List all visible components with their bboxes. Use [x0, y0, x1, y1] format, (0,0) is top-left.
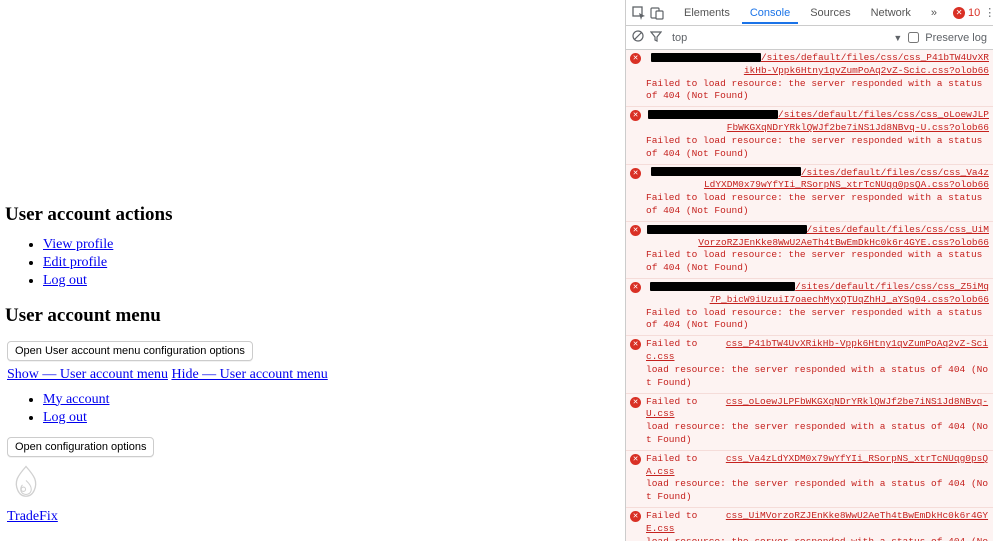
console-error-row[interactable]: ✕ Failed to css_P41bTW4UvXRikHb-Vppk6Htn…: [626, 336, 993, 393]
error-source-link[interactable]: css_P41bTW4UvXRikHb-Vppk6Htny1qvZumPoAq2…: [646, 338, 988, 362]
console-error-row[interactable]: ✕ /sites/default/files/css/css_P41bTW4Uv…: [626, 50, 993, 107]
rendered-page: User account actions View profile Edit p…: [0, 0, 625, 541]
context-selector[interactable]: top: [668, 31, 691, 45]
error-message: Failed to load resource: the server resp…: [646, 78, 982, 102]
view-profile-link[interactable]: View profile: [43, 237, 113, 252]
menu-visibility-links: Show — User account menu Hide — User acc…: [7, 367, 620, 383]
list-item: Log out: [43, 409, 620, 427]
list-item: View profile: [43, 236, 620, 254]
error-source-link[interactable]: /sites/default/files/css/css_P41bTW4UvXR…: [744, 52, 989, 76]
preserve-log-checkbox[interactable]: [908, 32, 919, 43]
error-icon: ✕: [630, 168, 641, 179]
devtools-tab-bar: Elements Console Sources Network » ✕ 10 …: [626, 0, 993, 26]
error-icon: ✕: [630, 225, 641, 236]
heading-user-account-menu: User account menu: [5, 305, 620, 327]
devtools-panel: Elements Console Sources Network » ✕ 10 …: [625, 0, 993, 541]
preserve-log-label: Preserve log: [925, 32, 987, 44]
error-icon: ✕: [630, 339, 641, 350]
error-icon: ✕: [630, 454, 641, 465]
error-icon: ✕: [630, 397, 641, 408]
error-icon: ✕: [630, 53, 641, 64]
error-source-link[interactable]: css_oLoewJLPFbWKGXqNDrYRklQWJf2be7iNS1Jd…: [646, 396, 988, 420]
list-item: Edit profile: [43, 254, 620, 272]
heading-user-account-actions: User account actions: [5, 204, 620, 226]
list-item: Log out: [43, 272, 620, 290]
edit-profile-link[interactable]: Edit profile: [43, 255, 107, 270]
list-item: My account: [43, 391, 620, 409]
menu-logout-link[interactable]: Log out: [43, 410, 87, 425]
error-message: load resource: the server responded with…: [646, 421, 988, 445]
error-message: Failed to load resource: the server resp…: [646, 192, 982, 216]
my-account-link[interactable]: My account: [43, 392, 109, 407]
site-home-link[interactable]: TradeFix: [7, 509, 58, 524]
inspect-element-icon[interactable]: [632, 4, 646, 22]
error-message: Failed to load resource: the server resp…: [646, 249, 982, 273]
tab-sources[interactable]: Sources: [802, 2, 858, 24]
open-configuration-options-button[interactable]: Open configuration options: [7, 437, 154, 457]
tab-elements[interactable]: Elements: [676, 2, 738, 24]
error-source-link[interactable]: css_UiMVorzoRZJEnKke8WwU2AeTh4tBwEmDkHc0…: [646, 510, 988, 534]
open-user-account-menu-config-button[interactable]: Open User account menu configuration opt…: [7, 341, 253, 361]
error-icon: ✕: [630, 511, 641, 522]
tab-console[interactable]: Console: [742, 2, 798, 24]
toggle-device-icon[interactable]: [650, 4, 664, 22]
error-message: Failed to load resource: the server resp…: [646, 135, 982, 159]
clear-console-icon[interactable]: [632, 30, 644, 45]
error-count-badge[interactable]: ✕ 10: [953, 7, 980, 19]
kebab-menu-icon[interactable]: ⋮: [984, 4, 993, 22]
error-message: load resource: the server responded with…: [646, 478, 988, 502]
console-error-row[interactable]: ✕ Failed to css_oLoewJLPFbWKGXqNDrYRklQW…: [626, 394, 993, 451]
filter-icon[interactable]: [650, 30, 662, 45]
error-message: load resource: the server responded with…: [646, 364, 988, 388]
drupal-logo-icon: [7, 463, 45, 505]
error-icon: ✕: [630, 110, 641, 121]
logout-link[interactable]: Log out: [43, 273, 87, 288]
error-message: load resource: the server responded with…: [646, 536, 988, 541]
error-icon: ✕: [953, 7, 965, 19]
console-output: ✕ /sites/default/files/css/css_P41bTW4Uv…: [626, 50, 993, 541]
error-source-link[interactable]: css_Va4zLdYXDM0x79wYfYIi_RSorpNS_xtrTcNU…: [646, 453, 988, 477]
show-user-account-menu-link[interactable]: Show — User account menu: [7, 367, 168, 382]
error-message: Failed to load resource: the server resp…: [646, 307, 982, 331]
console-error-row[interactable]: ✕ /sites/default/files/css/css_Z5iMq7P_b…: [626, 279, 993, 336]
console-error-row[interactable]: ✕ Failed to css_Va4zLdYXDM0x79wYfYIi_RSo…: [626, 451, 993, 508]
error-count-value: 10: [968, 7, 980, 19]
hide-user-account-menu-link[interactable]: Hide — User account menu: [171, 367, 327, 382]
console-filter-bar: top ▼ Preserve log: [626, 26, 993, 50]
user-account-menu-list: My account Log out: [43, 391, 620, 427]
console-error-row[interactable]: ✕ Failed to css_UiMVorzoRZJEnKke8WwU2AeT…: [626, 508, 993, 541]
console-error-row[interactable]: ✕ /sites/default/files/css/css_Va4zLdYXD…: [626, 165, 993, 222]
console-error-row[interactable]: ✕ /sites/default/files/css/css_oLoewJLPF…: [626, 107, 993, 164]
tab-network[interactable]: Network: [863, 2, 919, 24]
levels-dropdown-icon[interactable]: ▼: [893, 33, 902, 43]
more-tabs-button[interactable]: »: [923, 2, 945, 24]
console-error-row[interactable]: ✕ /sites/default/files/css/css_UiMVorzoR…: [626, 222, 993, 279]
user-account-actions-list: View profile Edit profile Log out: [43, 236, 620, 291]
error-icon: ✕: [630, 282, 641, 293]
